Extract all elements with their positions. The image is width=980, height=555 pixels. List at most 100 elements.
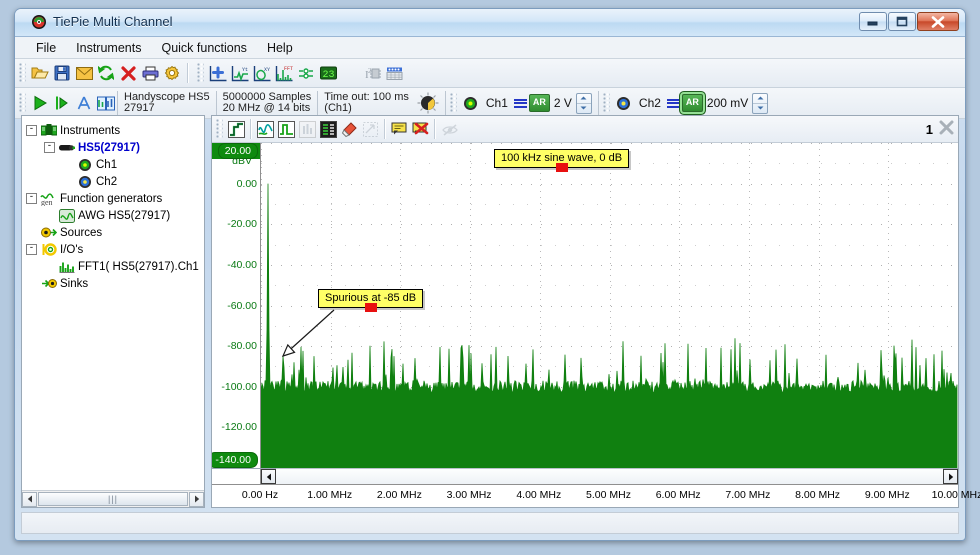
- settings-gear-icon[interactable]: [161, 62, 183, 84]
- tree-expander-icon[interactable]: -: [44, 142, 55, 153]
- fft-graph-panel: 1 dBV 20.000.00-20.00-40.00-60.00-80.00-…: [211, 115, 959, 508]
- meter-icon[interactable]: [295, 62, 317, 84]
- y-axis-limit-pill[interactable]: 20.00: [218, 143, 258, 159]
- menu-quick-functions[interactable]: Quick functions: [152, 38, 255, 58]
- add-plus-icon[interactable]: [207, 62, 229, 84]
- pulse-wave-icon[interactable]: [276, 119, 297, 140]
- delete-cross-icon[interactable]: [117, 62, 139, 84]
- callout-marker[interactable]: [556, 163, 568, 172]
- trigger-knob-icon[interactable]: [415, 90, 441, 116]
- tree-node-ch1[interactable]: Ch1: [26, 156, 202, 173]
- object-tree[interactable]: -Instruments-HS5(27917)Ch1Ch2-genFunctio…: [22, 116, 204, 490]
- plot-horizontal-scrollbar[interactable]: [212, 468, 958, 484]
- scroll-left-icon[interactable]: [22, 492, 37, 507]
- spurious-callout[interactable]: Spurious at -85 dB: [318, 289, 423, 308]
- ch1-autorange-button[interactable]: AR: [529, 94, 550, 112]
- channel-led-blue-icon[interactable]: [613, 92, 635, 114]
- delete-note-icon[interactable]: [410, 119, 431, 140]
- tree-node-i-o-s[interactable]: -I/O's: [26, 241, 202, 258]
- tree-horizontal-scrollbar[interactable]: |||: [22, 490, 204, 507]
- plot-scroll-track[interactable]: [276, 468, 943, 485]
- ch2-autorange-button[interactable]: AR: [682, 94, 703, 112]
- tree-node-instruments[interactable]: -Instruments: [26, 122, 202, 139]
- ch1-range-value[interactable]: 2 V: [550, 96, 576, 110]
- channel-led-green-icon[interactable]: [460, 92, 482, 114]
- print-icon[interactable]: [139, 62, 161, 84]
- tree-expander-icon[interactable]: -: [26, 193, 37, 204]
- plot-scroll-right-icon[interactable]: [943, 469, 958, 484]
- tree-scroll-thumb[interactable]: |||: [38, 492, 188, 506]
- channel-toolbar-grip-1[interactable]: [450, 93, 457, 113]
- tree-node-fft1-hs5-27917-ch1[interactable]: FFT1( HS5(27917).Ch1: [26, 258, 202, 275]
- tree-node-awg-hs5-27917[interactable]: AWG HS5(27917): [26, 207, 202, 224]
- step-curve-icon[interactable]: [226, 119, 247, 140]
- i2c-icon[interactable]: I 2: [361, 62, 383, 84]
- graph-toolbar: 1: [212, 116, 958, 143]
- tree-node-sinks[interactable]: Sinks: [26, 275, 202, 292]
- ch2-range-stepper[interactable]: [752, 93, 768, 114]
- instrument-toolbar-grip[interactable]: [19, 93, 26, 113]
- main-toolbar: Yt XY FFT: [15, 59, 965, 88]
- maximize-button[interactable]: [888, 12, 916, 31]
- application-window: TiePie Multi Channel File Instruments Qu…: [14, 8, 966, 541]
- tree-node-hs5-27917[interactable]: -HS5(27917): [26, 139, 202, 156]
- tree-expander-icon[interactable]: -: [26, 244, 37, 255]
- tree-expander-icon[interactable]: -: [26, 125, 37, 136]
- tree-node-function-generators[interactable]: -genFunction generators: [26, 190, 202, 207]
- ch2-dc-coupling-icon[interactable]: [665, 99, 682, 108]
- graph-toolbar-grip[interactable]: [216, 119, 223, 139]
- samples-info[interactable]: 5000000 Samples 20 MHz @ 14 bits: [217, 92, 318, 115]
- fft-bars-icon: [58, 259, 75, 274]
- y-axis-limit-pill[interactable]: -140.00: [212, 452, 258, 468]
- fft-graph-icon[interactable]: FFT: [273, 62, 295, 84]
- single-shot-icon[interactable]: [51, 92, 73, 114]
- callout-marker[interactable]: [365, 303, 377, 312]
- graph-number-label: 1: [926, 122, 933, 137]
- close-graph-icon[interactable]: [939, 120, 954, 138]
- svg-text:gen: gen: [41, 198, 53, 206]
- timeout-info[interactable]: Time out: 100 ms (Ch1): [318, 92, 415, 115]
- svg-text:FFT: FFT: [284, 66, 293, 72]
- data-table-icon[interactable]: [318, 119, 339, 140]
- play-icon[interactable]: [29, 92, 51, 114]
- ch1-dc-coupling-icon[interactable]: [512, 99, 529, 108]
- seven-segment-display-icon[interactable]: 23: [317, 62, 339, 84]
- scroll-right-icon[interactable]: [189, 492, 204, 507]
- xy-graph-icon[interactable]: XY: [251, 62, 273, 84]
- close-button[interactable]: [917, 12, 959, 31]
- mail-envelope-icon[interactable]: [73, 62, 95, 84]
- resize-icon: [360, 119, 381, 140]
- scope-wave-icon[interactable]: [255, 119, 276, 140]
- tree-node-sources[interactable]: Sources: [26, 224, 202, 241]
- window-controls: [859, 12, 959, 31]
- ch1-range-stepper[interactable]: [576, 93, 592, 114]
- x-axis-tick-label: 3.00 MHz: [447, 489, 492, 501]
- y-axis-tick-label: -80.00: [227, 340, 257, 352]
- spectrum-plot[interactable]: 100 kHz sine wave, 0 dB Spurious at -85 d…: [261, 143, 958, 468]
- ch2-range-value[interactable]: 200 mV: [703, 96, 752, 110]
- minimize-button[interactable]: [859, 12, 887, 31]
- channel-toolbar-grip-2[interactable]: [603, 93, 610, 113]
- y-axis-tick-label: 0.00: [237, 178, 257, 190]
- device-info: Handyscope HS5 27917: [118, 92, 216, 115]
- eraser-icon[interactable]: [339, 119, 360, 140]
- add-note-icon[interactable]: [389, 119, 410, 140]
- plot-scroll-left-icon[interactable]: [261, 469, 276, 484]
- toolbar-grip[interactable]: [19, 63, 26, 83]
- awg-icon: [58, 208, 75, 223]
- moon-c-icon[interactable]: [339, 62, 361, 84]
- fundamental-callout[interactable]: 100 kHz sine wave, 0 dB: [494, 149, 629, 168]
- menu-file[interactable]: File: [27, 38, 65, 58]
- data-grid-icon[interactable]: [383, 62, 405, 84]
- open-folder-icon[interactable]: [29, 62, 51, 84]
- menu-instruments[interactable]: Instruments: [67, 38, 150, 58]
- menu-help[interactable]: Help: [258, 38, 302, 58]
- toolbar-grip-2[interactable]: [197, 63, 204, 83]
- yt-graph-icon[interactable]: Yt: [229, 62, 251, 84]
- refresh-arrows-icon[interactable]: [95, 62, 117, 84]
- y-axis-tick-label: -120.00: [221, 421, 257, 433]
- tree-node-ch2[interactable]: Ch2: [26, 173, 202, 190]
- save-disk-icon[interactable]: [51, 62, 73, 84]
- dual-channel-icon[interactable]: [95, 92, 117, 114]
- auto-a-icon[interactable]: [73, 92, 95, 114]
